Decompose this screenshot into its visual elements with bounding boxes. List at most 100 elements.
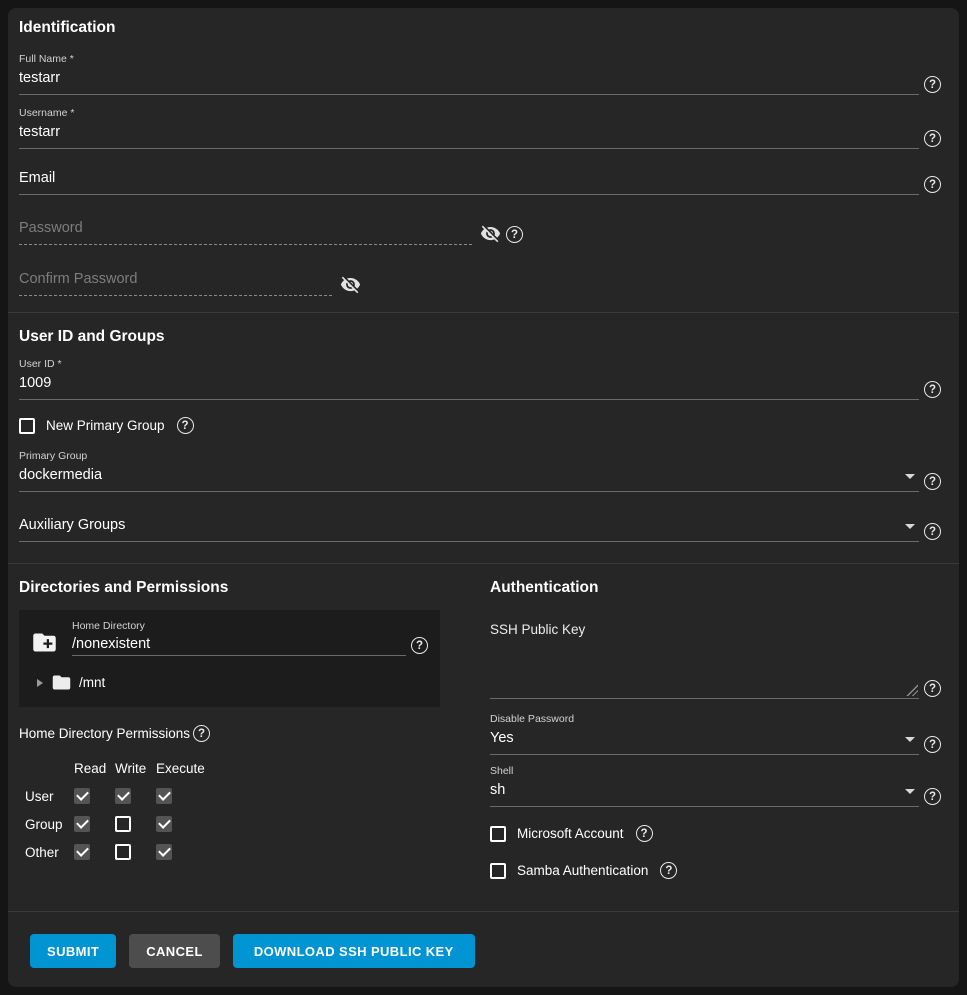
username-help-icon[interactable]: ? [924,130,941,147]
group-read-checkbox[interactable] [74,816,90,832]
home-directory-panel: Home Directory /nonexistent ? /mnt [19,610,440,707]
disable-password-caret-down-icon[interactable] [905,737,915,742]
ssh-public-key-row: ? [490,637,941,699]
disable-password-value: Yes [490,729,919,747]
home-directory-permissions-help-icon[interactable]: ? [193,725,210,742]
cancel-button[interactable]: CANCEL [129,934,220,968]
full-name-row: Full Name * testarr ? [19,53,941,95]
shell-label: Shell [490,765,919,778]
samba-authentication-help-icon[interactable]: ? [660,862,677,879]
user-read-checkbox[interactable] [74,788,90,804]
button-row: SUBMIT CANCEL DOWNLOAD SSH PUBLIC KEY [30,912,941,968]
home-directory-help-icon[interactable]: ? [411,637,428,654]
submit-button[interactable]: SUBMIT [30,934,116,968]
confirm-password-row: Confirm Password [19,270,941,296]
primary-group-help-icon[interactable]: ? [924,473,941,490]
username-field[interactable]: Username * testarr [19,107,919,149]
password-row: Password ? [19,219,941,245]
email-help-icon[interactable]: ? [924,176,941,193]
new-primary-group-help-icon[interactable]: ? [177,417,194,434]
disable-password-label: Disable Password [490,713,919,726]
microsoft-account-checkbox[interactable] [490,826,506,842]
disable-password-help-icon[interactable]: ? [924,736,941,753]
primary-group-value: dockermedia [19,466,919,484]
ssh-public-key-label: SSH Public Key [490,622,941,637]
home-directory-permissions-label: Home Directory Permissions [19,726,190,741]
ssh-public-key-help-icon[interactable]: ? [924,680,941,697]
password-field[interactable]: Password [19,219,472,245]
user-id-row: User ID * 1009 ? [19,358,941,400]
download-ssh-public-key-button[interactable]: DOWNLOAD SSH PUBLIC KEY [233,934,475,968]
full-name-help-icon[interactable]: ? [924,76,941,93]
shell-value: sh [490,781,919,799]
email-field[interactable]: Email [19,169,919,195]
group-write-checkbox[interactable] [115,816,131,832]
password-visibility-off-icon[interactable] [480,223,501,244]
primary-group-caret-down-icon[interactable] [905,474,915,479]
new-primary-group-label: New Primary Group [46,418,165,433]
password-help-icon[interactable]: ? [506,226,523,243]
shell-caret-down-icon[interactable] [905,789,915,794]
user-form-card: Identification Full Name * testarr ? Use… [8,8,959,987]
microsoft-account-label: Microsoft Account [517,826,624,841]
folder-icon [51,672,72,693]
home-directory-value: /nonexistent [72,635,406,653]
other-execute-checkbox[interactable] [156,844,172,860]
permissions-row-group: Group [25,810,478,838]
permissions-row-other: Other [25,838,478,866]
microsoft-account-help-icon[interactable]: ? [636,825,653,842]
email-placeholder: Email [19,169,919,187]
ssh-public-key-textarea[interactable] [490,637,919,699]
samba-authentication-label: Samba Authentication [517,863,648,878]
new-primary-group-checkbox[interactable] [19,418,35,434]
confirm-password-placeholder: Confirm Password [19,270,332,288]
email-row: Email ? [19,169,941,195]
shell-select[interactable]: Shell sh [490,765,919,807]
user-write-checkbox[interactable] [115,788,131,804]
create-folder-icon[interactable] [31,629,58,656]
shell-help-icon[interactable]: ? [924,788,941,805]
home-directory-permissions-row: Home Directory Permissions ? [19,725,478,742]
directories-column: Directories and Permissions Home Directo… [19,564,478,911]
directories-title: Directories and Permissions [19,578,478,597]
group-execute-checkbox[interactable] [156,816,172,832]
full-name-label: Full Name * [19,53,919,66]
auxiliary-groups-select[interactable]: Auxiliary Groups [19,516,919,542]
tree-item-mnt[interactable]: /mnt [31,672,428,693]
full-name-field[interactable]: Full Name * testarr [19,53,919,95]
username-label: Username * [19,107,919,120]
primary-group-label: Primary Group [19,450,919,463]
resize-handle-icon[interactable] [905,683,918,696]
primary-group-select[interactable]: Primary Group dockermedia [19,450,919,492]
home-directory-field[interactable]: Home Directory /nonexistent [72,620,406,656]
auxiliary-groups-placeholder: Auxiliary Groups [19,516,919,534]
username-value: testarr [19,123,919,141]
user-execute-checkbox[interactable] [156,788,172,804]
authentication-title: Authentication [490,578,941,597]
other-write-checkbox[interactable] [115,844,131,860]
user-id-field[interactable]: User ID * 1009 [19,358,919,400]
permissions-row-user: User [25,782,478,810]
samba-authentication-checkbox[interactable] [490,863,506,879]
primary-group-row: Primary Group dockermedia ? [19,450,941,492]
permissions-row-label: User [25,789,74,804]
user-id-groups-title: User ID and Groups [19,327,941,346]
confirm-password-visibility-off-icon[interactable] [340,274,361,295]
other-read-checkbox[interactable] [74,844,90,860]
user-id-help-icon[interactable]: ? [924,381,941,398]
auxiliary-groups-caret-down-icon[interactable] [905,524,915,529]
identification-title: Identification [19,18,941,37]
auxiliary-groups-row: Auxiliary Groups ? [19,516,941,542]
permissions-col-read: Read [74,761,115,776]
full-name-value: testarr [19,69,919,87]
confirm-password-field[interactable]: Confirm Password [19,270,332,296]
disable-password-select[interactable]: Disable Password Yes [490,713,919,755]
auxiliary-groups-help-icon[interactable]: ? [924,523,941,540]
section-identification: Identification Full Name * testarr ? Use… [8,8,959,312]
permissions-col-execute: Execute [156,761,216,776]
section-user-id-groups: User ID and Groups User ID * 1009 ? New … [8,312,959,563]
username-row: Username * testarr ? [19,107,941,149]
permissions-row-label: Group [25,817,74,832]
permissions-row-label: Other [25,845,74,860]
tree-expand-caret-icon[interactable] [37,679,43,687]
